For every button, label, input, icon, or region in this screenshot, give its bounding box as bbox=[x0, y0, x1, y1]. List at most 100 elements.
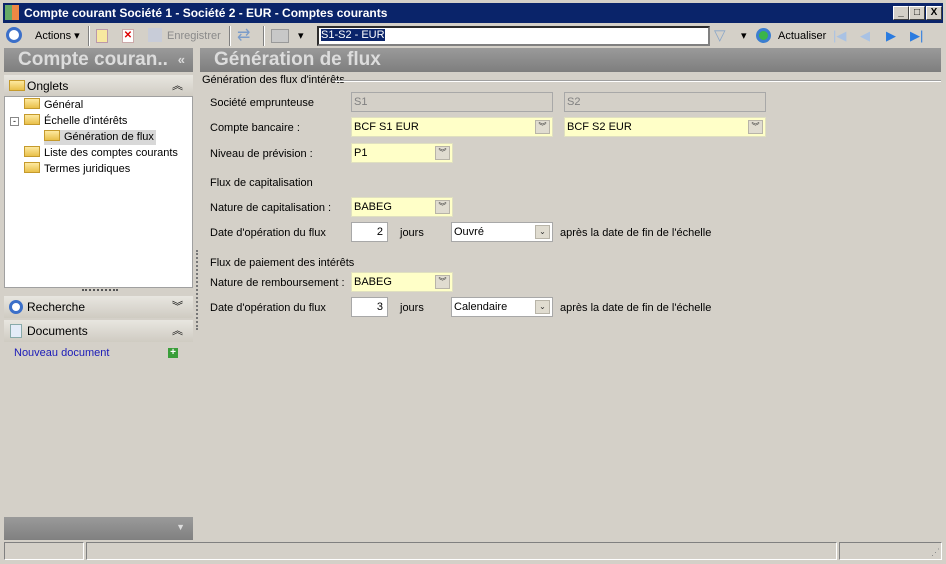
tree-label: Général bbox=[44, 99, 84, 111]
chevron-up-icon[interactable]: ︽ bbox=[172, 320, 183, 342]
folder-icon bbox=[24, 162, 40, 173]
folder-icon bbox=[24, 98, 40, 109]
chevron-down-icon[interactable]: ︾ bbox=[435, 275, 450, 289]
compte2-select[interactable]: BCF S2 EUR ︾ bbox=[564, 117, 766, 137]
tree-item-termes-juridiques[interactable]: Termes juridiques bbox=[24, 162, 130, 177]
filter-dropdown-icon[interactable]: ▾ bbox=[741, 27, 747, 45]
delete-icon[interactable]: ✕ bbox=[122, 29, 134, 43]
cap-days-input[interactable]: 2 bbox=[351, 222, 388, 242]
title-bar: Compte courant Société 1 - Société 2 - E… bbox=[0, 0, 946, 23]
first-record-icon[interactable]: |◀ bbox=[833, 27, 846, 45]
cap-nature-label: Nature de capitalisation : bbox=[210, 202, 332, 214]
chevron-down-icon[interactable]: ︾ bbox=[748, 120, 763, 134]
group-divider bbox=[335, 80, 941, 82]
documents-panel-header[interactable]: Documents ︽ bbox=[4, 320, 193, 342]
compte2-value: BCF S2 EUR bbox=[567, 121, 632, 133]
status-pane bbox=[839, 542, 942, 560]
window-title: Compte courant Société 1 - Société 2 - E… bbox=[24, 6, 388, 20]
resize-grip-icon[interactable]: ⋰ bbox=[931, 547, 940, 558]
societe1-field: S1 bbox=[351, 92, 553, 112]
navigation-icon[interactable] bbox=[6, 27, 22, 43]
search-value: S1-S2 - EUR bbox=[321, 29, 385, 41]
sync-icon[interactable]: ⇄ bbox=[237, 27, 250, 45]
pay-nature-label: Nature de remboursement : bbox=[210, 277, 345, 289]
pay-days-input[interactable]: 3 bbox=[351, 297, 388, 317]
chevron-down-icon[interactable]: ⌄ bbox=[535, 300, 550, 314]
chevron-down-icon[interactable]: ⌄ bbox=[535, 225, 550, 239]
maximize-button[interactable]: □ bbox=[909, 6, 925, 20]
print-icon[interactable] bbox=[271, 29, 289, 43]
refresh-button[interactable]: Actualiser bbox=[778, 27, 826, 45]
recherche-label: Recherche bbox=[27, 300, 86, 314]
status-bar: ⋰ bbox=[4, 542, 942, 560]
chevron-down-icon[interactable]: ︾ bbox=[435, 146, 450, 160]
folder-icon bbox=[9, 80, 25, 91]
status-pane bbox=[4, 542, 84, 560]
separator bbox=[88, 26, 90, 46]
compte-label: Compte bancaire : bbox=[210, 122, 300, 134]
pay-type-select[interactable]: Calendaire ⌄ bbox=[451, 297, 553, 317]
cap-type-select[interactable]: Ouvré ⌄ bbox=[451, 222, 553, 242]
pay-nature-select[interactable]: BABEG ︾ bbox=[351, 272, 453, 292]
dropdown-icon[interactable]: ▼ bbox=[176, 522, 185, 532]
cap-jours-label: jours bbox=[400, 227, 424, 239]
cap-date-label: Date d'opération du flux bbox=[210, 227, 326, 239]
search-circle-icon bbox=[9, 300, 23, 314]
onglets-panel-header[interactable]: Onglets ︽ bbox=[4, 75, 193, 97]
previous-record-icon[interactable]: ◀ bbox=[860, 27, 870, 45]
collapse-panel-button[interactable]: « bbox=[178, 48, 185, 72]
separator bbox=[263, 26, 265, 46]
compte1-value: BCF S1 EUR bbox=[354, 121, 419, 133]
recherche-panel-header[interactable]: Recherche ︾ bbox=[4, 296, 193, 318]
actions-label: Actions bbox=[35, 30, 72, 42]
niveau-select[interactable]: P1 ︾ bbox=[351, 143, 453, 163]
save-label: Enregistrer bbox=[167, 30, 221, 42]
minimize-button[interactable]: _ bbox=[893, 6, 909, 20]
pay-date-label: Date d'opération du flux bbox=[210, 302, 326, 314]
tree-label: Termes juridiques bbox=[44, 163, 131, 175]
search-input[interactable]: S1-S2 - EUR bbox=[317, 26, 710, 46]
next-record-icon[interactable]: ▶ bbox=[886, 27, 896, 45]
chevron-down-icon[interactable]: ︾ bbox=[435, 200, 450, 214]
tree-item-liste-comptes[interactable]: Liste des comptes courants bbox=[24, 146, 178, 161]
chevron-down-icon[interactable]: ︾ bbox=[535, 120, 550, 134]
filter-icon[interactable]: ▽ bbox=[714, 27, 726, 45]
status-pane bbox=[86, 542, 837, 560]
refresh-icon[interactable] bbox=[756, 28, 771, 43]
pay-jours-label: jours bbox=[400, 302, 424, 314]
separator bbox=[229, 26, 231, 46]
tree-item-general[interactable]: Général bbox=[24, 98, 83, 113]
documents-label: Documents bbox=[27, 324, 88, 338]
tree-item-generation-flux[interactable]: Génération de flux bbox=[44, 130, 156, 145]
page-title: Génération de flux bbox=[200, 48, 941, 72]
cap-type-value: Ouvré bbox=[454, 226, 484, 238]
vertical-splitter[interactable] bbox=[196, 250, 198, 330]
cap-nature-value: BABEG bbox=[354, 201, 392, 213]
paiement-section-title: Flux de paiement des intérêts bbox=[210, 257, 355, 269]
close-button[interactable]: X bbox=[926, 6, 942, 20]
print-dropdown-icon[interactable]: ▾ bbox=[298, 27, 304, 45]
niveau-value: P1 bbox=[354, 147, 368, 159]
tree-label: Génération de flux bbox=[64, 131, 154, 143]
compte1-select[interactable]: BCF S1 EUR ︾ bbox=[351, 117, 553, 137]
splitter-handle[interactable] bbox=[82, 289, 118, 291]
niveau-label: Niveau de prévision : bbox=[210, 148, 313, 160]
group-title: Génération des flux d'intérêts bbox=[202, 74, 345, 86]
new-document-link[interactable]: Nouveau document bbox=[14, 347, 109, 359]
save-button[interactable]: Enregistrer bbox=[148, 27, 221, 45]
open-folder-icon bbox=[44, 130, 60, 141]
tree-item-echelle[interactable]: Échelle d'intérêts bbox=[24, 114, 127, 129]
actions-menu[interactable]: Actions ▾ bbox=[35, 27, 80, 45]
collapse-node-icon[interactable]: - bbox=[10, 117, 19, 126]
chevron-up-icon[interactable]: ︽ bbox=[172, 75, 183, 97]
tree-label: Échelle d'intérêts bbox=[44, 115, 128, 127]
add-icon[interactable]: + bbox=[168, 348, 178, 358]
capitalisation-section-title: Flux de capitalisation bbox=[210, 177, 313, 189]
chevron-down-icon[interactable]: ︾ bbox=[172, 296, 183, 318]
folder-icon bbox=[24, 114, 40, 125]
new-icon[interactable] bbox=[96, 29, 108, 43]
cap-nature-select[interactable]: BABEG ︾ bbox=[351, 197, 453, 217]
last-record-icon[interactable]: ▶| bbox=[910, 27, 923, 45]
left-panel-title: Compte couran.. bbox=[18, 49, 168, 70]
tabs-tree: Général - Échelle d'intérêts Génération … bbox=[4, 96, 193, 288]
